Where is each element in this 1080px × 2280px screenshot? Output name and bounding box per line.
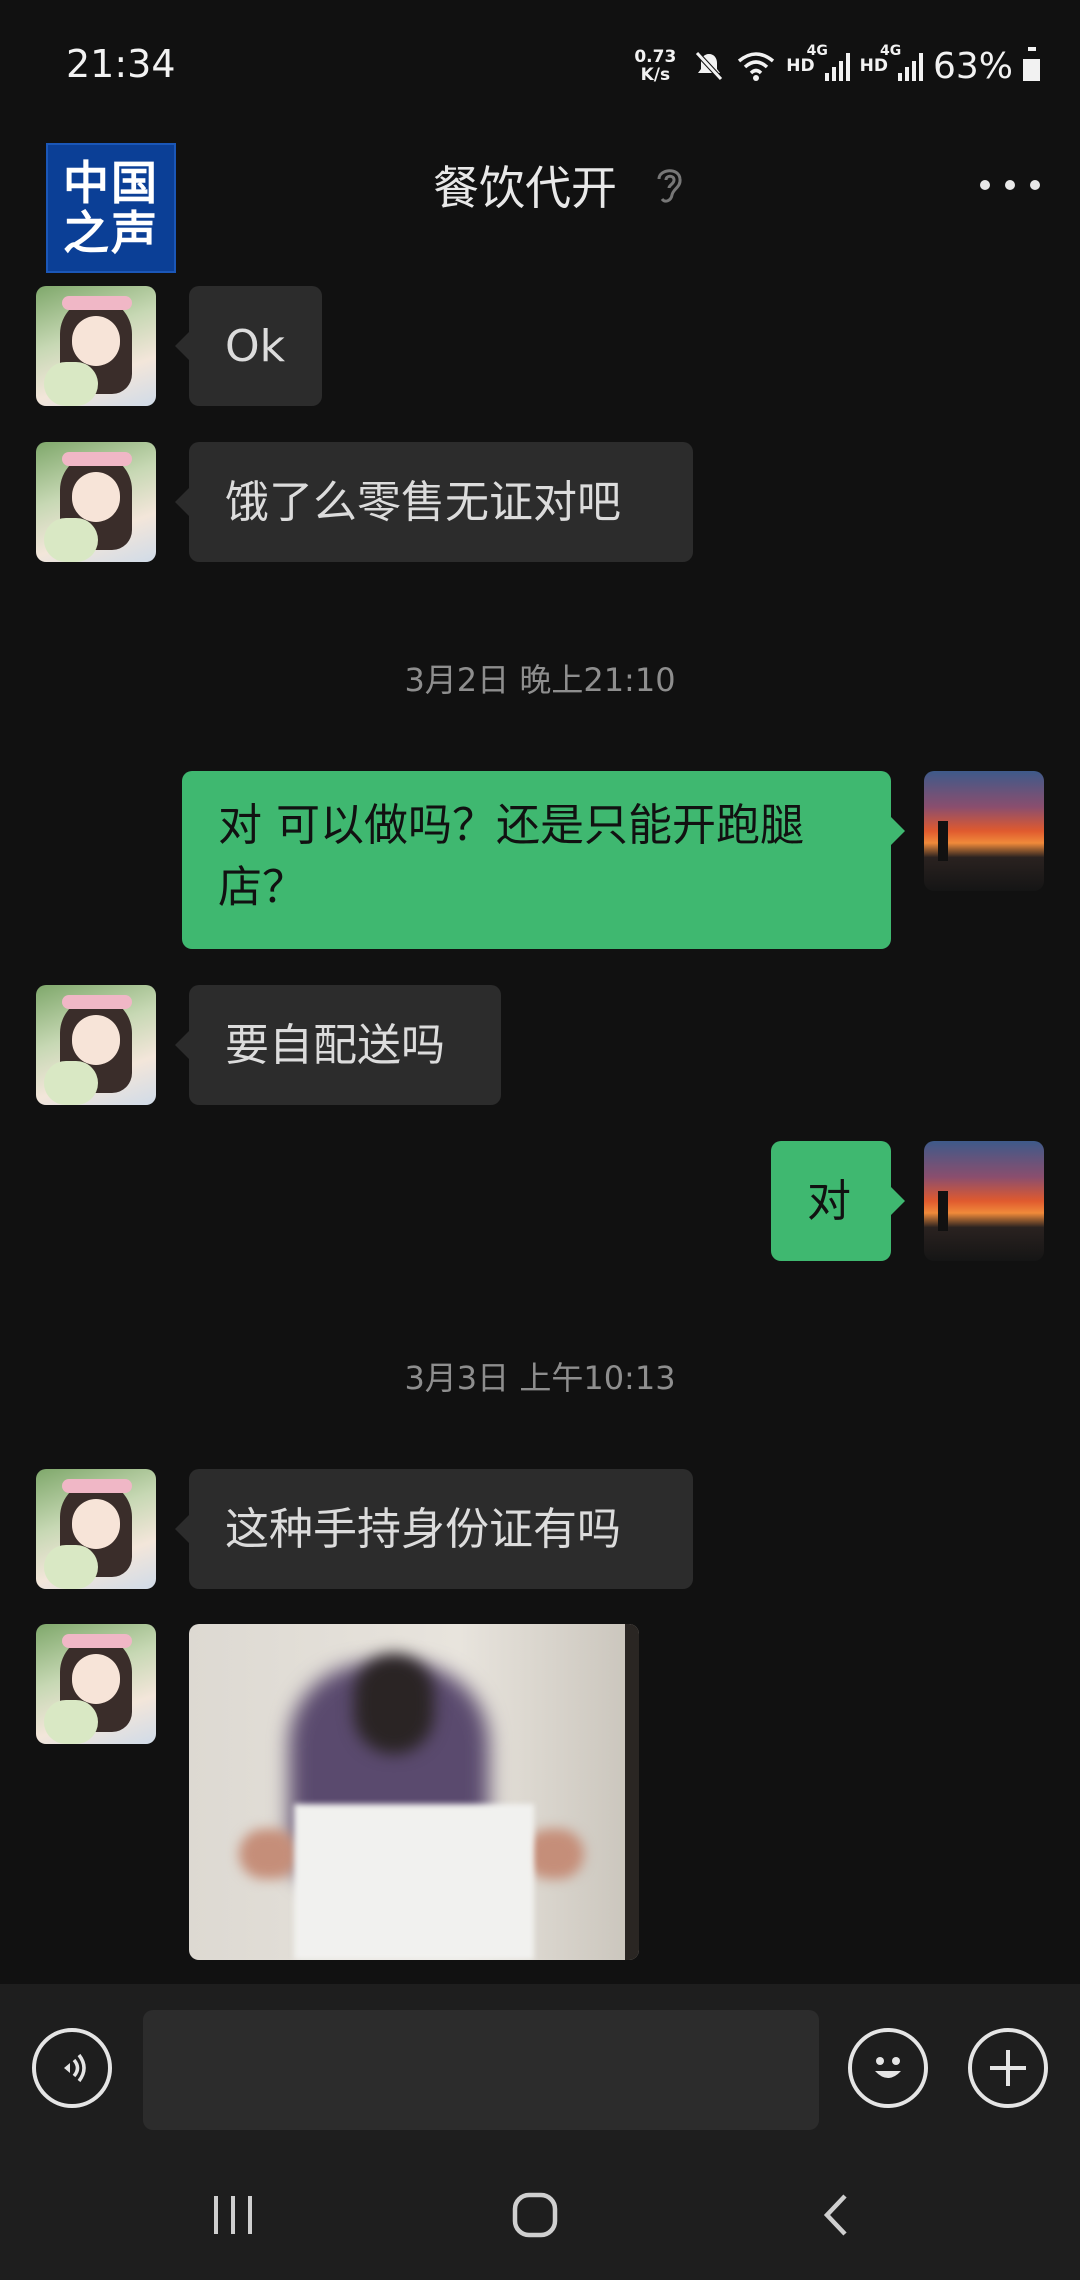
more-dot — [1005, 180, 1015, 190]
home-icon — [512, 2192, 558, 2238]
chat-title[interactable]: 餐饮代开 — [433, 152, 617, 218]
message-text: 这种手持身份证有吗 — [225, 1504, 621, 1555]
message-text-line-1: 对 可以做吗？还是只能开跑腿 — [218, 800, 804, 851]
hd-label: HD — [786, 56, 815, 76]
contact-avatar[interactable] — [36, 286, 156, 406]
ear-icon — [657, 169, 682, 203]
emoji-button[interactable] — [848, 2028, 928, 2108]
contact-avatar[interactable] — [36, 1624, 156, 1744]
mute-icon — [695, 51, 724, 81]
message-text: 对 — [807, 1176, 851, 1227]
message-text-line-2: 店？ — [218, 862, 306, 913]
net-speed-unit: K/s — [640, 65, 671, 85]
outgoing-message[interactable]: 对 — [771, 1141, 905, 1261]
message-timestamp: 3月3日 上午10:13 — [404, 1359, 676, 1397]
chat-header: 中国 之声 餐饮代开 — [0, 130, 1080, 273]
emoji-icon — [875, 2057, 901, 2078]
message-text: 要自配送吗 — [225, 1020, 445, 1071]
incoming-message[interactable]: 这种手持身份证有吗 — [175, 1469, 693, 1589]
back-button[interactable] — [792, 2180, 882, 2250]
home-button[interactable] — [490, 2180, 580, 2250]
status-bar: 21:34 0.73 K/s HD 4G HD 4G 63% — [0, 0, 1080, 130]
own-avatar[interactable] — [924, 1141, 1044, 1261]
status-time: 21:34 — [66, 42, 176, 86]
network-type-label: 4G — [879, 43, 902, 59]
incoming-message[interactable]: 要自配送吗 — [175, 985, 501, 1105]
incoming-message[interactable]: Ok — [175, 286, 322, 406]
own-avatar[interactable] — [924, 771, 1044, 891]
system-nav-bar — [0, 2150, 1080, 2280]
hd-label: HD — [859, 56, 888, 76]
voice-icon — [64, 2053, 86, 2083]
battery-percent: 63% — [932, 45, 1013, 87]
outgoing-message[interactable]: 对 可以做吗？还是只能开跑腿 店？ — [182, 771, 905, 949]
battery-icon — [1023, 47, 1040, 81]
voice-button[interactable] — [32, 2028, 112, 2108]
more-dot — [1030, 180, 1040, 190]
net-speed: 0.73 K/s — [634, 48, 676, 84]
message-input[interactable] — [143, 2010, 819, 2130]
input-bar — [0, 1984, 1080, 2150]
back-icon — [823, 2194, 847, 2236]
message-timestamp: 3月2日 晚上21:10 — [404, 661, 676, 699]
incoming-message[interactable]: 饿了么零售无证对吧 — [175, 442, 693, 562]
contact-avatar[interactable] — [36, 442, 156, 562]
recent-apps-icon — [214, 2196, 252, 2234]
plus-icon — [990, 2050, 1026, 2086]
recent-apps-button[interactable] — [188, 2180, 278, 2250]
signal-icon: 4G — [807, 43, 850, 81]
plus-button[interactable] — [968, 2028, 1048, 2108]
wifi-icon — [738, 52, 775, 81]
net-speed-value: 0.73 — [634, 47, 677, 67]
message-text: 饿了么零售无证对吧 — [225, 477, 621, 528]
contact-avatar[interactable] — [36, 1469, 156, 1589]
image-message[interactable] — [189, 1624, 639, 1960]
more-button[interactable] — [980, 160, 1040, 210]
title-wrap: 餐饮代开 — [0, 130, 1080, 240]
more-icon — [980, 180, 990, 190]
contact-avatar[interactable] — [36, 985, 156, 1105]
message-text: Ok — [225, 321, 286, 372]
signal-icon: 4G — [880, 43, 923, 81]
status-icons: 0.73 K/s HD 4G HD 4G 63% — [634, 38, 1040, 94]
network-type-label: 4G — [806, 43, 828, 59]
